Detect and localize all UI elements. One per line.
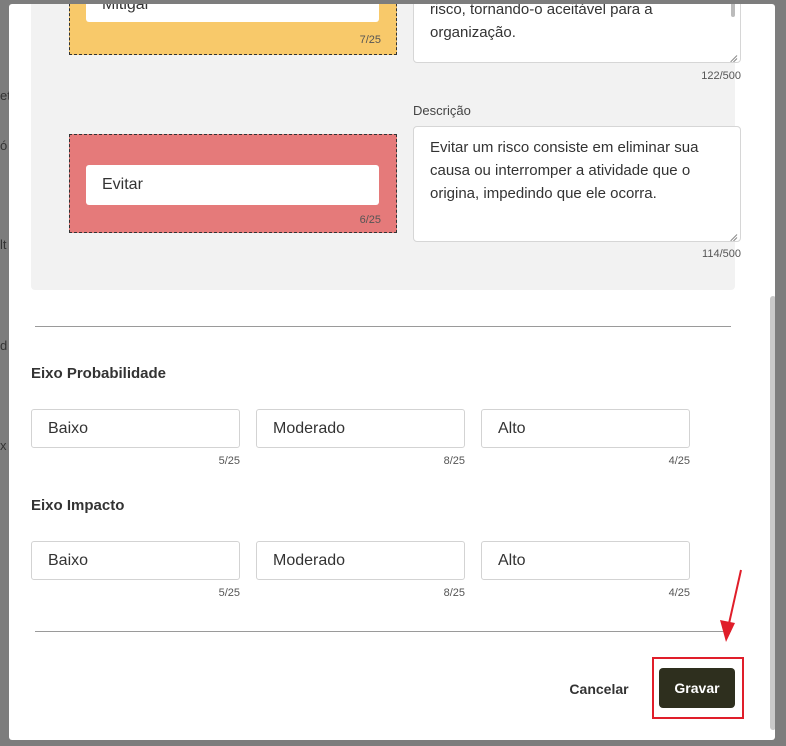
response-name-input[interactable]: Evitar — [86, 165, 379, 205]
probability-level-input[interactable]: Moderado — [256, 409, 465, 448]
probability-axis-title: Eixo Probabilidade — [31, 365, 167, 382]
cancel-button[interactable]: Cancelar — [557, 677, 641, 701]
section-divider — [35, 326, 731, 327]
footer-divider — [35, 631, 731, 632]
probability-level-input[interactable]: Alto — [481, 409, 690, 448]
save-button[interactable]: Gravar — [659, 668, 735, 708]
description-text: reduzam a probabilidade ou o impacto do … — [430, 4, 653, 41]
impact-level-counter: 5/25 — [218, 587, 240, 599]
impact-level-counter: 4/25 — [668, 587, 690, 599]
impact-level-counter: 8/25 — [443, 587, 465, 599]
response-color-box-evitar[interactable]: Evitar 6/25 — [69, 134, 397, 233]
impact-level-input[interactable]: Baixo — [31, 541, 240, 580]
probability-level-counter: 8/25 — [443, 455, 465, 467]
impact-axis-title: Eixo Impacto — [31, 497, 125, 514]
annotation-arrow-icon — [720, 569, 742, 642]
background-text: ó — [0, 138, 8, 153]
probability-level-input[interactable]: Baixo — [31, 409, 240, 448]
description-text: Evitar um risco consiste em eliminar sua… — [430, 139, 699, 202]
risk-responses-panel: Mitigar 7/25 reduzam a probabilidade ou … — [31, 4, 741, 290]
impact-level-input[interactable]: Alto — [481, 541, 690, 580]
description-counter: 122/500 — [701, 70, 741, 82]
textarea-scrollbar[interactable] — [731, 4, 735, 17]
background-text: lt — [0, 237, 7, 252]
response-description-textarea[interactable]: reduzam a probabilidade ou o impacto do … — [413, 4, 741, 63]
impact-level-input[interactable]: Moderado — [256, 541, 465, 580]
response-color-box-mitigar[interactable]: Mitigar 7/25 — [69, 4, 397, 55]
modal-scrollbar[interactable] — [770, 296, 775, 730]
response-name-counter: 7/25 — [359, 34, 381, 46]
probability-level-counter: 5/25 — [218, 455, 240, 467]
response-description-textarea[interactable]: Evitar um risco consiste em eliminar sua… — [413, 126, 741, 242]
description-counter: 114/500 — [702, 248, 741, 260]
background-text: x — [0, 438, 7, 453]
response-name-counter: 6/25 — [359, 214, 381, 226]
resize-grip-icon[interactable] — [728, 50, 738, 60]
response-name-input[interactable]: Mitigar — [86, 4, 379, 22]
edit-risk-response-modal: Mitigar 7/25 reduzam a probabilidade ou … — [9, 4, 775, 740]
background-text: d — [0, 338, 8, 353]
resize-grip-icon[interactable] — [728, 229, 738, 239]
description-label: Descrição — [413, 103, 471, 118]
probability-level-counter: 4/25 — [668, 455, 690, 467]
